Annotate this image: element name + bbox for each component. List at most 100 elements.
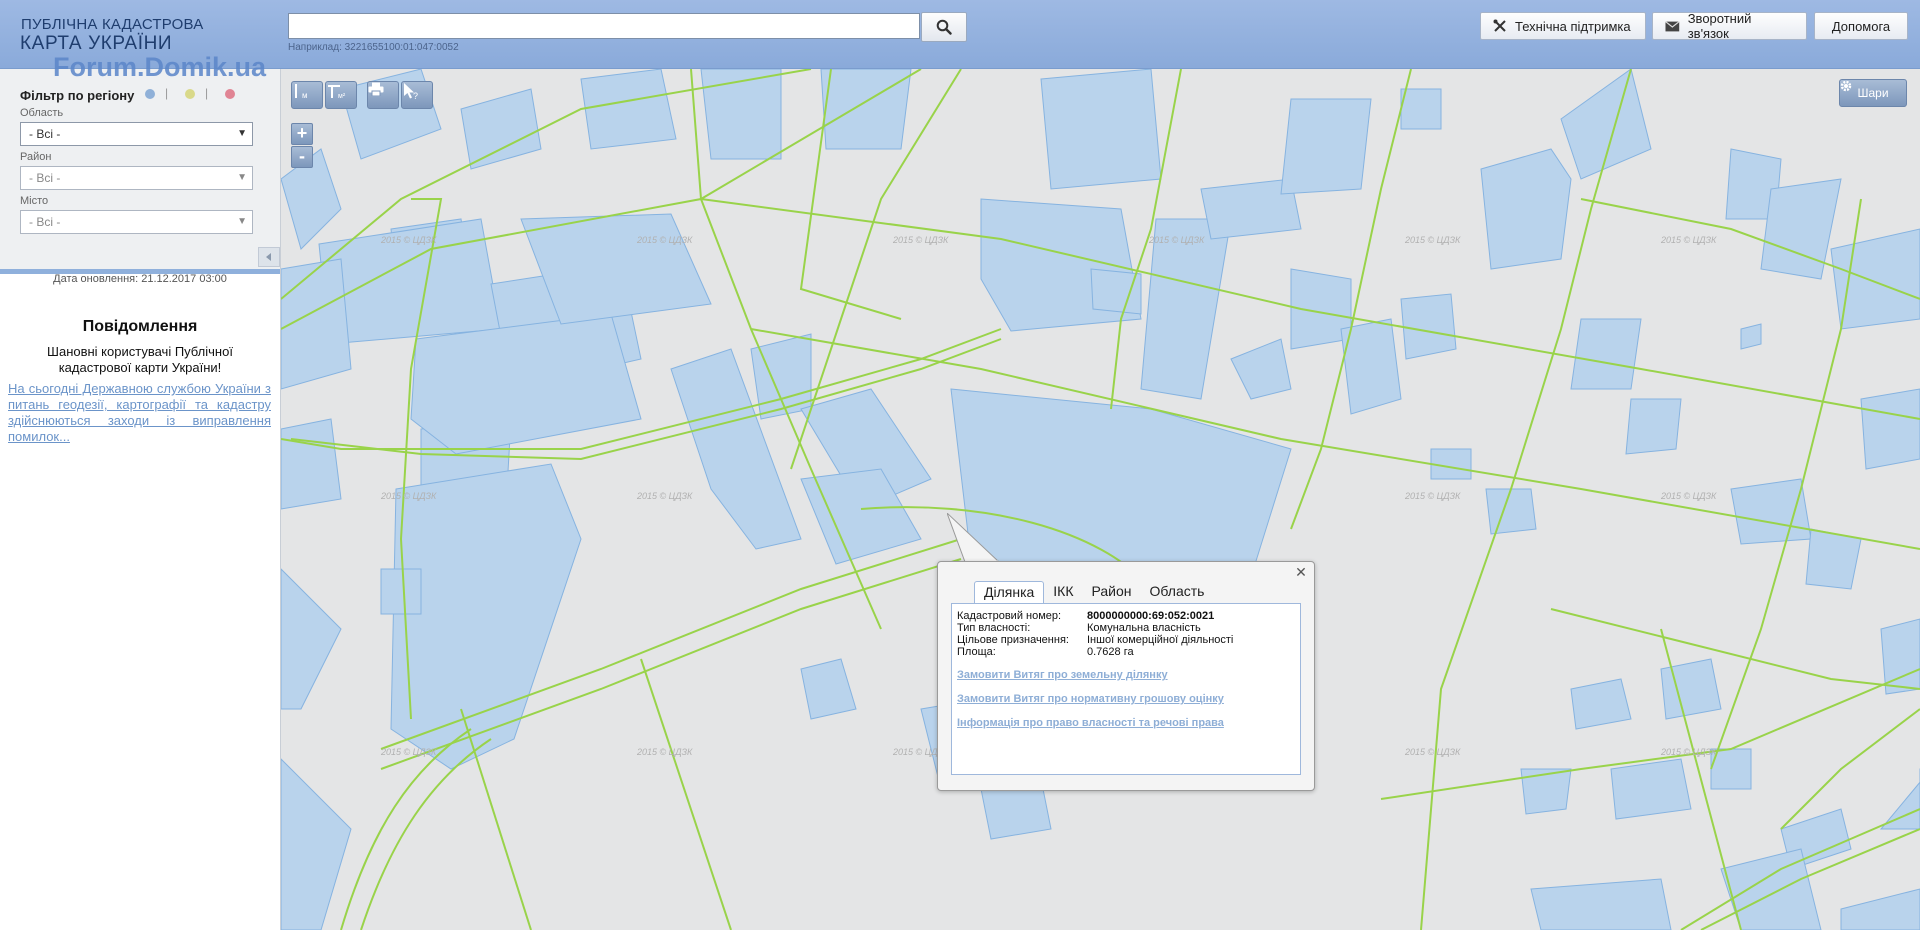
land-parcel bbox=[1560, 69, 1652, 180]
copyright-mark: 2015 © ЦДЗК bbox=[1405, 747, 1461, 757]
land-parcel bbox=[1660, 658, 1722, 720]
land-parcel bbox=[1570, 318, 1642, 390]
dropdown-arrow-icon: ▼ bbox=[237, 216, 247, 227]
measure-area-button[interactable]: м² bbox=[325, 81, 357, 109]
land-parcel bbox=[410, 313, 642, 455]
info-label: Тип власності: bbox=[957, 622, 1031, 634]
road-line bbox=[640, 658, 732, 930]
district-select[interactable]: - Всі - ▼ bbox=[20, 166, 253, 190]
purpose-value: Іншої комерційної діяльності bbox=[1087, 634, 1234, 646]
land-parcel bbox=[700, 69, 782, 160]
copyright-mark: 2015 © ЦДЗК bbox=[637, 491, 693, 501]
land-parcel bbox=[1860, 388, 1920, 470]
land-parcel bbox=[1570, 678, 1632, 730]
land-parcel bbox=[1400, 293, 1457, 360]
parcel-info-popup: ✕ Ділянка ІКК Район Область Кадастровий … bbox=[937, 561, 1315, 791]
land-parcel bbox=[1400, 88, 1442, 130]
land-parcel bbox=[1610, 758, 1692, 820]
feedback-label: Зворотний зв'язок bbox=[1687, 11, 1752, 41]
dot-separator: | bbox=[165, 86, 169, 100]
copyright-mark: 2015 © ЦДЗК bbox=[1405, 491, 1461, 501]
ruler-distance-icon: м bbox=[295, 84, 308, 100]
land-parcel bbox=[1830, 228, 1920, 330]
land-parcel bbox=[1879, 768, 1920, 830]
zoom-out-button[interactable]: - bbox=[291, 146, 313, 168]
region-dot-red[interactable] bbox=[225, 89, 235, 99]
region-filter-panel: Фільтр по регіону | | Область - Всі - ▼ … bbox=[0, 69, 280, 274]
land-parcel bbox=[281, 758, 352, 930]
sidebar: Фільтр по регіону | | Область - Всі - ▼ … bbox=[0, 69, 281, 930]
land-parcel bbox=[1040, 69, 1162, 190]
road-line bbox=[1550, 608, 1920, 690]
copyright-mark: 2015 © ЦДЗК bbox=[1661, 747, 1717, 757]
district-select-value: - Всі - bbox=[29, 171, 61, 185]
cadastral-map[interactable]: 2015 © ЦДЗК 2015 © ЦДЗК 2015 © ЦДЗК 2015… bbox=[281, 69, 1920, 930]
land-parcel bbox=[1625, 398, 1682, 455]
tab-district[interactable]: Район bbox=[1083, 581, 1141, 602]
copyright-mark: 2015 © ЦДЗК bbox=[381, 747, 437, 757]
region-dot-blue[interactable] bbox=[145, 89, 155, 99]
print-button[interactable] bbox=[367, 81, 399, 109]
svg-text:?: ? bbox=[413, 91, 418, 100]
area-value: 0.7628 га bbox=[1087, 646, 1134, 658]
chevron-left-icon bbox=[266, 253, 271, 261]
land-parcel bbox=[1840, 888, 1920, 930]
land-parcel bbox=[1140, 218, 1232, 400]
city-label: Місто bbox=[20, 195, 49, 207]
land-parcel bbox=[1480, 148, 1572, 270]
collapse-sidebar-button[interactable] bbox=[258, 247, 280, 267]
technical-support-button[interactable]: Технічна підтримка bbox=[1480, 12, 1646, 40]
order-land-extract-link[interactable]: Замовити Витяг про земельну ділянку bbox=[957, 669, 1168, 681]
land-parcel bbox=[1230, 338, 1292, 400]
help-button[interactable]: Допомога bbox=[1814, 12, 1908, 40]
land-parcel bbox=[1730, 478, 1812, 545]
tab-parcel[interactable]: Ділянка bbox=[974, 581, 1045, 604]
copyright-mark: 2015 © ЦДЗК bbox=[381, 235, 437, 245]
logo-title-line1[interactable]: ПУБЛІЧНА КАДАСТРОВА bbox=[21, 16, 203, 33]
land-parcel bbox=[281, 418, 342, 510]
land-parcel bbox=[820, 69, 912, 150]
measure-distance-button[interactable]: м bbox=[291, 81, 323, 109]
region-select[interactable]: - Всі - ▼ bbox=[20, 122, 253, 146]
land-parcel bbox=[580, 69, 677, 150]
district-label: Район bbox=[20, 151, 52, 163]
order-valuation-extract-link[interactable]: Замовити Витяг про нормативну грошову оц… bbox=[957, 693, 1224, 705]
land-parcel bbox=[1520, 768, 1572, 815]
tab-ikk[interactable]: ІКК bbox=[1044, 581, 1082, 602]
land-parcel bbox=[1090, 268, 1142, 315]
identify-button[interactable]: ? bbox=[401, 81, 433, 109]
tools-icon bbox=[1493, 19, 1506, 32]
copyright-mark: 2015 © ЦДЗК bbox=[1661, 235, 1717, 245]
svg-text:м: м bbox=[302, 91, 308, 100]
layers-button[interactable]: Шари bbox=[1839, 79, 1907, 107]
land-parcel bbox=[390, 463, 582, 770]
cadastral-search-input[interactable] bbox=[288, 13, 920, 39]
region-dot-yellow[interactable] bbox=[185, 89, 195, 99]
copyright-mark: 2015 © ЦДЗК bbox=[637, 747, 693, 757]
copyright-mark: 2015 © ЦДЗК bbox=[637, 235, 693, 245]
search-icon bbox=[936, 19, 952, 35]
search-hint: Наприклад: 3221655100:01:047:0052 bbox=[288, 42, 459, 53]
technical-support-label: Технічна підтримка bbox=[1515, 18, 1631, 34]
city-select[interactable]: - Всі - ▼ bbox=[20, 210, 253, 234]
ownership-rights-info-link[interactable]: Інформація про право власності та речові… bbox=[957, 717, 1224, 729]
forum-watermark: Forum.Domik.ua bbox=[53, 52, 267, 82]
update-date: Дата оновлення: 21.12.2017 03:00 bbox=[53, 273, 227, 285]
info-label: Кадастровий номер: bbox=[957, 610, 1062, 622]
tab-region[interactable]: Область bbox=[1141, 581, 1214, 602]
message-link[interactable]: На сьогодні Державною службою України з … bbox=[8, 381, 271, 445]
land-parcel bbox=[1280, 98, 1372, 195]
identify-cursor-icon: ? bbox=[404, 83, 418, 100]
info-label: Площа: bbox=[957, 646, 996, 658]
land-parcel bbox=[1485, 488, 1537, 535]
print-icon bbox=[368, 82, 384, 96]
zoom-in-button[interactable]: + bbox=[291, 123, 313, 145]
copyright-mark: 2015 © ЦДЗК bbox=[1149, 235, 1205, 245]
close-icon[interactable]: ✕ bbox=[1294, 565, 1308, 580]
search-button[interactable] bbox=[921, 12, 967, 42]
feedback-button[interactable]: Зворотний зв'язок bbox=[1652, 11, 1807, 41]
info-label: Цільове призначення: bbox=[957, 634, 1069, 646]
popup-body: Кадастровий номер: 8000000000:69:052:002… bbox=[951, 603, 1301, 775]
copyright-mark: 2015 © ЦДЗК bbox=[893, 235, 949, 245]
copyright-mark: 2015 © ЦДЗК bbox=[381, 491, 437, 501]
